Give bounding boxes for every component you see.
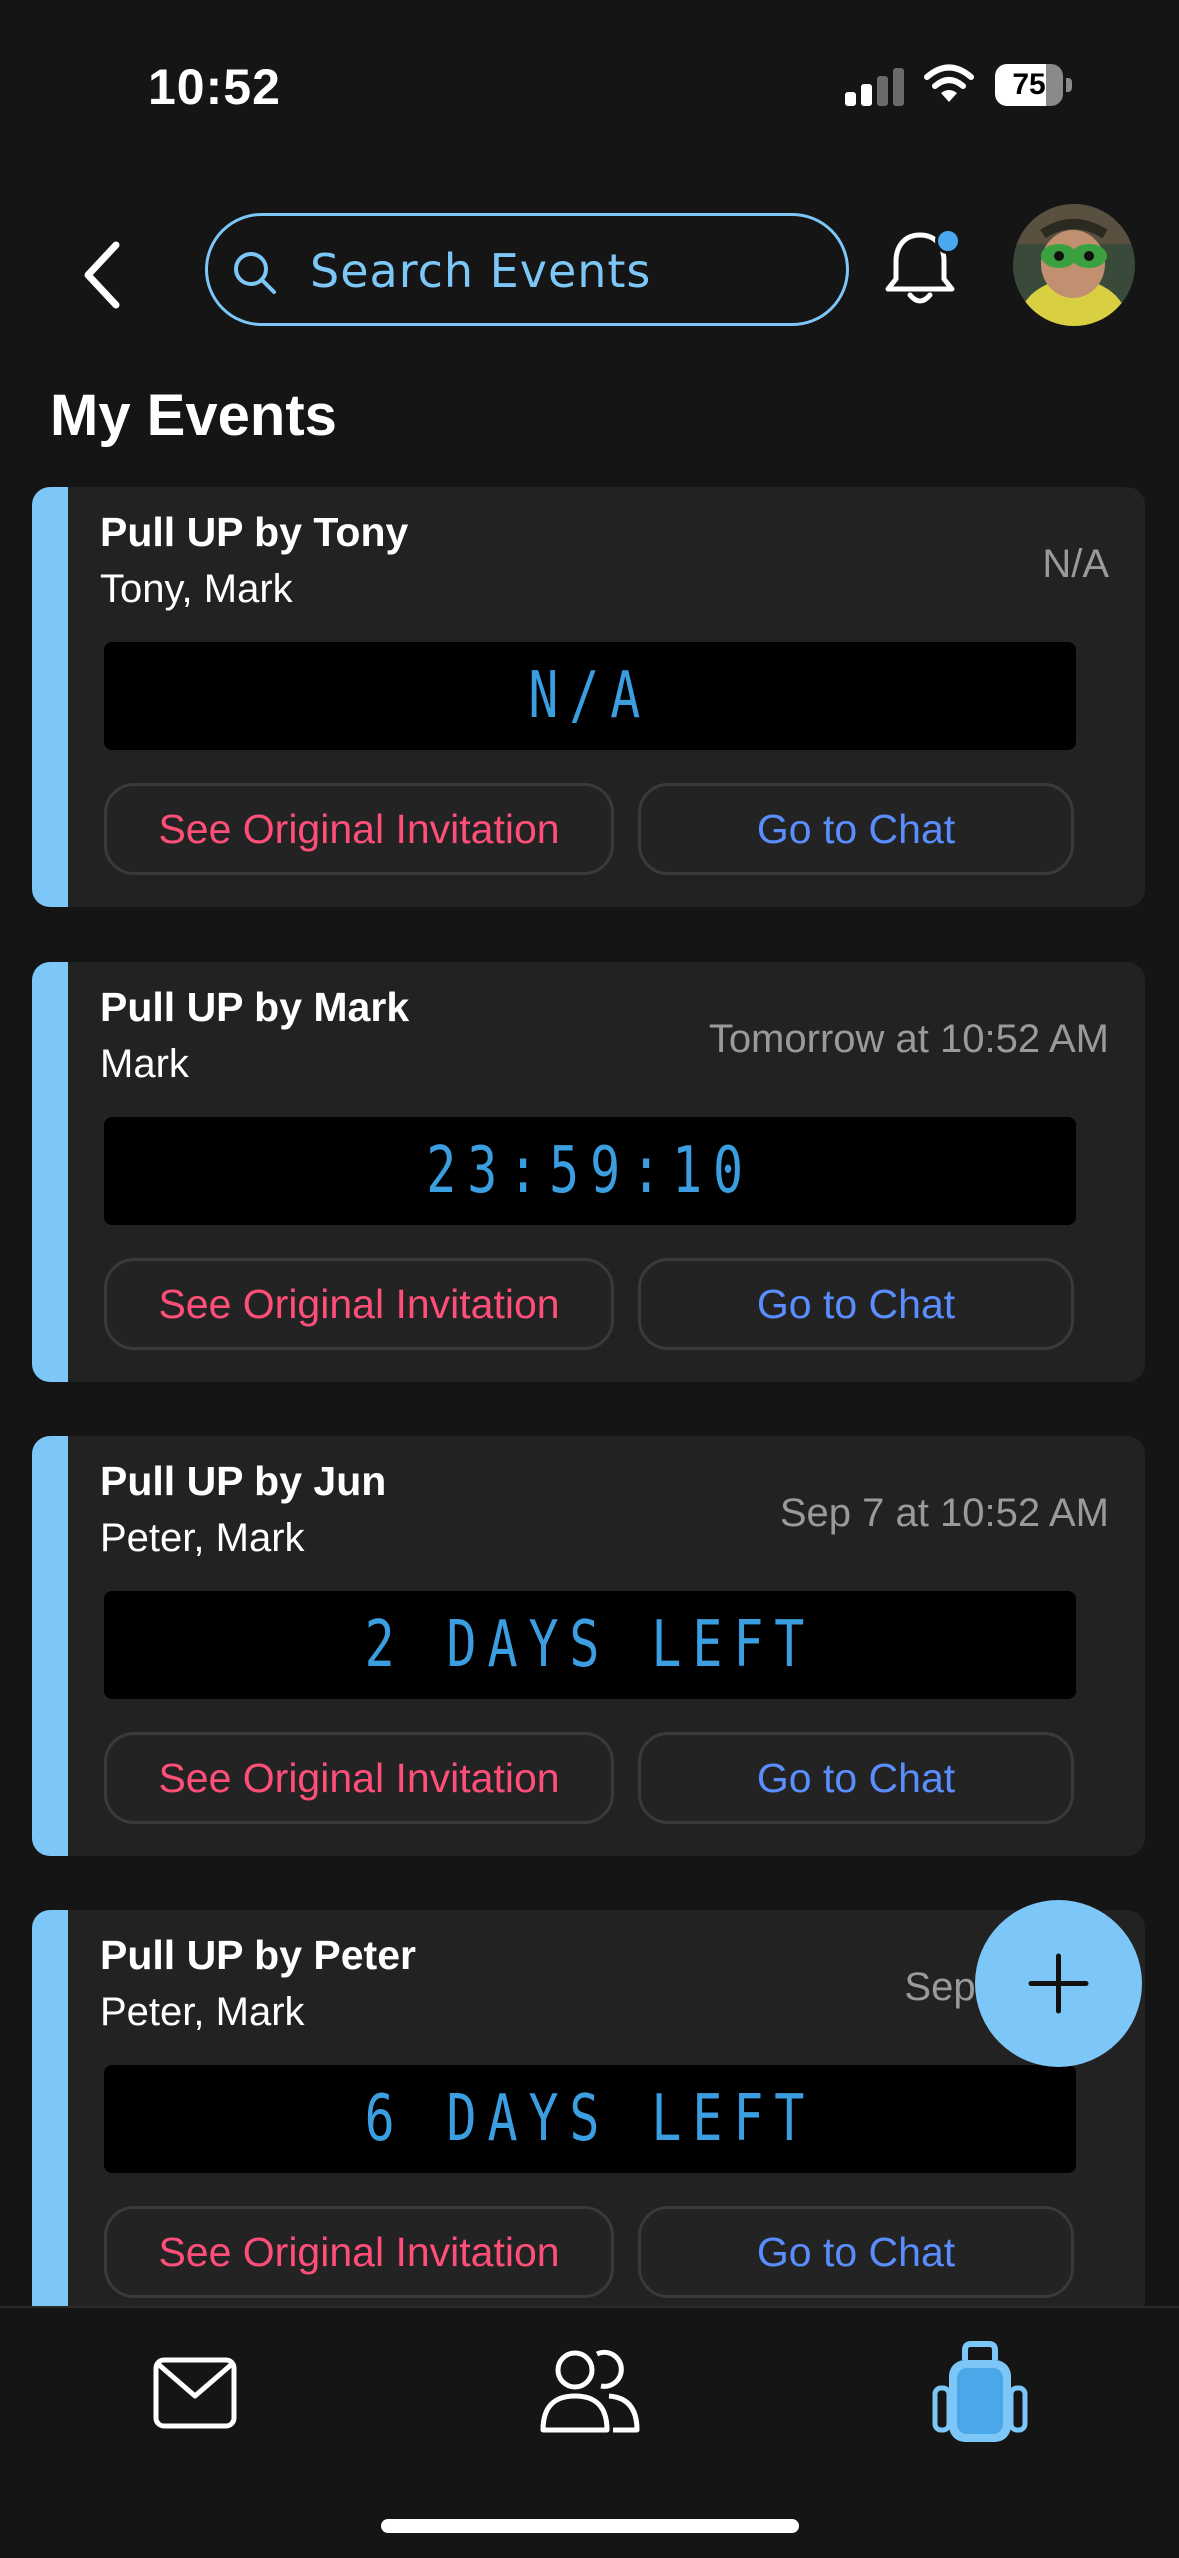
search-input[interactable] <box>308 238 832 304</box>
countdown-text: N/A <box>528 659 652 733</box>
event-time: N/A <box>1042 542 1109 586</box>
search-icon <box>234 252 276 294</box>
page-title: My Events <box>50 383 337 448</box>
event-title: Pull UP by Tony <box>100 509 409 555</box>
wifi-icon <box>924 64 974 102</box>
add-event-button[interactable] <box>975 1900 1142 2067</box>
see-original-invitation-button[interactable]: See Original Invitation <box>104 1732 614 1824</box>
avatar-image <box>1013 204 1135 326</box>
event-participants: Peter, Mark <box>100 1990 305 2034</box>
event-title: Pull UP by Mark <box>100 984 410 1030</box>
countdown-display: 6 DAYS LEFT <box>104 2065 1076 2173</box>
card-accent-bar <box>32 1910 68 2330</box>
go-to-chat-button[interactable]: Go to Chat <box>638 2206 1074 2298</box>
go-to-chat-button[interactable]: Go to Chat <box>638 1732 1074 1824</box>
event-title: Pull UP by Jun <box>100 1458 387 1504</box>
back-button[interactable] <box>70 235 140 315</box>
status-bar: 10:52 75 <box>0 0 1179 140</box>
home-indicator[interactable] <box>381 2519 799 2533</box>
battery-icon: 75 <box>995 64 1073 108</box>
see-original-invitation-button[interactable]: See Original Invitation <box>104 1258 614 1350</box>
event-participants: Mark <box>100 1042 189 1086</box>
notification-dot <box>935 228 961 254</box>
countdown-display: 23:59:10 <box>104 1117 1076 1225</box>
event-card: Pull UP by Jun Peter, Mark Sep 7 at 10:5… <box>32 1436 1145 1856</box>
cellular-signal-icon <box>845 66 905 106</box>
go-to-chat-button[interactable]: Go to Chat <box>638 1258 1074 1350</box>
see-original-invitation-button[interactable]: See Original Invitation <box>104 783 614 875</box>
status-time: 10:52 <box>148 59 281 115</box>
people-icon[interactable] <box>535 2338 645 2448</box>
search-bar[interactable] <box>205 213 849 326</box>
event-card: Pull UP by Tony Tony, Mark N/A N/A See O… <box>32 487 1145 907</box>
see-original-invitation-button[interactable]: See Original Invitation <box>104 2206 614 2298</box>
event-title: Pull UP by Peter <box>100 1932 416 1978</box>
countdown-text: 23:59:10 <box>426 1134 754 1208</box>
event-time: Tomorrow at 10:52 AM <box>708 1017 1109 1061</box>
event-card: Pull UP by Mark Mark Tomorrow at 10:52 A… <box>32 962 1145 1382</box>
card-accent-bar <box>32 1436 68 1856</box>
event-participants: Tony, Mark <box>100 567 293 611</box>
mail-icon[interactable] <box>140 2338 250 2448</box>
event-participants: Peter, Mark <box>100 1516 305 1560</box>
event-time: Sep 7 at 10:52 AM <box>779 1491 1109 1535</box>
countdown-display: N/A <box>104 642 1076 750</box>
countdown-text: 2 DAYS LEFT <box>364 1608 816 1682</box>
card-accent-bar <box>32 487 68 907</box>
card-accent-bar <box>32 962 68 1382</box>
battery-level: 75 <box>1012 68 1046 101</box>
countdown-text: 6 DAYS LEFT <box>364 2082 816 2156</box>
avatar[interactable] <box>1013 204 1135 326</box>
go-to-chat-button[interactable]: Go to Chat <box>638 783 1074 875</box>
plus-icon <box>1028 1953 1089 2014</box>
backpack-icon[interactable] <box>925 2338 1035 2448</box>
countdown-display: 2 DAYS LEFT <box>104 1591 1076 1699</box>
